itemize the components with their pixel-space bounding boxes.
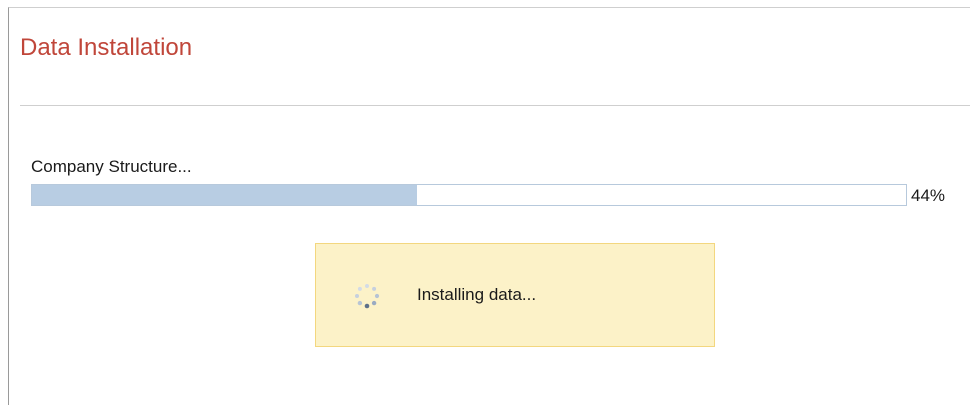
status-message: Installing data... <box>417 285 537 304</box>
progress-bar <box>31 184 907 206</box>
installation-panel: Data Installation Company Structure... 4… <box>8 7 970 405</box>
progress-percent: 44% <box>911 186 946 205</box>
task-label: Company Structure... <box>31 157 192 176</box>
page-title: Data Installation <box>20 34 193 61</box>
progress-bar-fill <box>32 185 417 205</box>
status-box: Installing data... <box>315 243 715 347</box>
title-divider <box>20 105 970 106</box>
spinner-icon <box>351 280 383 312</box>
